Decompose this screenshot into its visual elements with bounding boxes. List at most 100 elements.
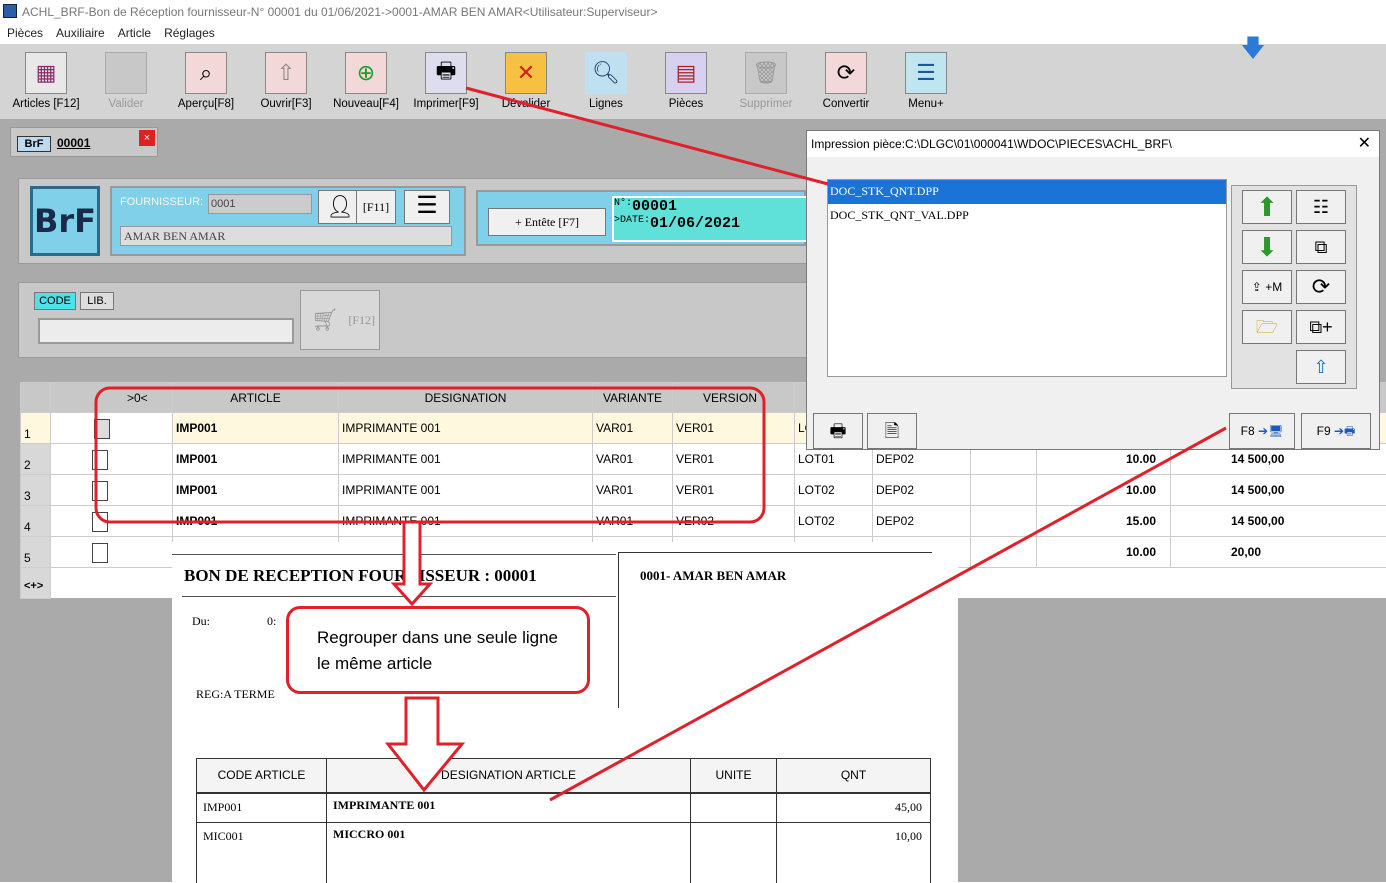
open-button[interactable]: ⇧Ouvrir[F3] bbox=[246, 50, 326, 116]
f11-button[interactable]: [F11] bbox=[356, 190, 396, 224]
new-button[interactable]: ⊕Nouveau[F4] bbox=[326, 50, 406, 116]
menu-pieces[interactable]: Pièces bbox=[0, 24, 49, 42]
row-checkbox[interactable] bbox=[94, 419, 110, 439]
convert-icon: ⟳ bbox=[825, 52, 867, 94]
dialog-close-icon[interactable]: ✕ bbox=[1358, 134, 1371, 154]
cart-icon: 🛒︎ bbox=[311, 291, 339, 349]
report-row: MIC001 MICCRO 001 10,00 bbox=[197, 823, 931, 883]
col-version[interactable]: VERSION bbox=[673, 383, 795, 413]
sliders-icon: ☷ bbox=[1313, 197, 1329, 217]
download-arrow-icon[interactable]: 🡇 bbox=[1240, 36, 1266, 62]
copy-plus-icon: ⧉+ bbox=[1309, 317, 1332, 337]
plus-icon: + bbox=[515, 215, 525, 229]
document-number[interactable]: 00001 bbox=[57, 136, 90, 150]
menu-bar: PiècesAuxiliaireArticleRéglages bbox=[0, 24, 1386, 44]
report-file-list[interactable]: DOC_STK_QNT.DPP DOC_STK_QNT_VAL.DPP bbox=[827, 179, 1227, 377]
lib-search-tab[interactable]: LIB. bbox=[80, 292, 114, 310]
doc-number: 00001 bbox=[632, 198, 677, 215]
table-row[interactable]: 3 IMP001 IMPRIMANTE 001 VAR01 VER01 LOT0… bbox=[21, 475, 1386, 506]
preview-icon: ⌕ bbox=[185, 52, 227, 94]
row-checkbox[interactable] bbox=[92, 450, 108, 470]
preview-button[interactable]: ⌕Aperçu[F8] bbox=[166, 50, 246, 116]
invalidate-icon: ✕ bbox=[505, 52, 547, 94]
search-input[interactable] bbox=[38, 318, 294, 344]
move-down-button[interactable]: ⬇ bbox=[1242, 230, 1292, 264]
add-m-button[interactable]: ⇪ +M bbox=[1242, 270, 1292, 304]
arrow-down-icon: ⬇ bbox=[1256, 232, 1278, 262]
open-folder-button[interactable]: 🗁︎ bbox=[1242, 310, 1292, 344]
hamburger-button[interactable]: ☰ bbox=[404, 190, 450, 224]
print-button[interactable]: 🖶Imprimer[F9] bbox=[406, 50, 486, 116]
supplier-label: FOURNISSEUR: bbox=[120, 196, 203, 208]
f9-print-button[interactable]: F9 ➔🖶︎ bbox=[1301, 413, 1371, 449]
col-variante[interactable]: VARIANTE bbox=[593, 383, 673, 413]
export-button[interactable]: ⇧ bbox=[1296, 350, 1346, 384]
document-tab[interactable]: BrF 00001 × bbox=[10, 127, 158, 157]
app-icon bbox=[3, 4, 17, 18]
delete-button[interactable]: 🗑︎Supprimer bbox=[726, 50, 806, 116]
supplier-code-field[interactable]: 0001 bbox=[208, 194, 312, 214]
open-icon: ⇧ bbox=[265, 52, 307, 94]
settings-button[interactable]: ☷ bbox=[1296, 190, 1346, 224]
window-title: ACHL_BRF-Bon de Réception fournisseur-N°… bbox=[22, 5, 657, 19]
folder-icon: 🗁︎ bbox=[1256, 317, 1278, 337]
title-bar: ACHL_BRF-Bon de Réception fournisseur-N°… bbox=[0, 0, 1386, 24]
toolbar: ▦Articles [F12] Valider ⌕Aperçu[F8] ⇧Ouv… bbox=[0, 44, 1386, 120]
edit-icon: ⧉ bbox=[1315, 237, 1328, 257]
report-row: IMP001 IMPRIMANTE 001 45,00 bbox=[197, 793, 931, 823]
row-checkbox[interactable] bbox=[92, 543, 108, 563]
table-row[interactable]: 4 IMP001 IMPRIMANTE 001 VAR01 VER02 LOT0… bbox=[21, 506, 1386, 537]
magnifier-icon: 🔍︎ bbox=[585, 52, 627, 94]
invalidate-button[interactable]: ✕Dévalider bbox=[486, 50, 566, 116]
lines-button[interactable]: 🔍︎Lignes bbox=[566, 50, 646, 116]
f8-preview-button[interactable]: F8 ➔🖥︎ bbox=[1229, 413, 1295, 449]
menu-auxiliaire[interactable]: Auxiliaire bbox=[49, 24, 111, 42]
menu-reglages[interactable]: Réglages bbox=[157, 24, 221, 42]
row-checkbox[interactable] bbox=[92, 512, 108, 532]
person-icon: 👤︎ bbox=[326, 194, 354, 219]
brf-logo: BrF bbox=[30, 186, 100, 256]
new-icon: ⊕ bbox=[345, 52, 387, 94]
col-article[interactable]: ARTICLE bbox=[173, 383, 339, 413]
code-search-tab[interactable]: CODE bbox=[34, 292, 76, 310]
move-up-button[interactable]: ⬆ bbox=[1242, 190, 1292, 224]
validate-button[interactable]: Valider bbox=[86, 50, 166, 116]
refresh-icon: ⟳ bbox=[1312, 274, 1330, 299]
list-item[interactable]: DOC_STK_QNT_VAL.DPP bbox=[828, 204, 1226, 228]
printer-icon: 🖶 bbox=[425, 52, 467, 94]
doc-date: 01/06/2021 bbox=[650, 215, 740, 232]
cart-button[interactable]: 🛒︎[F12] bbox=[300, 290, 380, 350]
menu-icon: ☰ bbox=[905, 52, 947, 94]
dialog-title-bar: Impression pièce:C:\DLGC\01\000041\WDOC\… bbox=[807, 131, 1379, 157]
col-zero[interactable]: >0< bbox=[51, 383, 173, 413]
pieces-button[interactable]: ▤Pièces bbox=[646, 50, 726, 116]
printer-setup-button[interactable]: 🖶︎ bbox=[813, 413, 863, 449]
menu-plus-button[interactable]: ☰Menu+ bbox=[886, 50, 966, 116]
validate-icon bbox=[105, 52, 147, 94]
supplier-name-field[interactable]: AMAR BEN AMAR bbox=[120, 226, 452, 246]
convert-button[interactable]: ⟳Convertir bbox=[806, 50, 886, 116]
refresh-button[interactable]: ⟳ bbox=[1296, 270, 1346, 304]
report-supplier: 0001- AMAR BEN AMAR bbox=[640, 568, 786, 584]
report-title: BON DE RECEPTION FOURNISSEUR : 00001 bbox=[184, 566, 537, 586]
dialog-tool-panel: ⬆ ☷ ⬇ ⧉ ⇪ +M ⟳ 🗁︎ ⧉+ ⇧ bbox=[1231, 185, 1357, 389]
upload-icon: ⇪ bbox=[1252, 280, 1265, 294]
number-date-box: N°:00001 >DATE:01/06/2021 bbox=[612, 196, 808, 242]
print-preview: BON DE RECEPTION FOURNISSEUR : 00001 000… bbox=[172, 542, 958, 882]
printer-setup-icon: 🖶︎ bbox=[830, 421, 847, 441]
add-copy-button[interactable]: ⧉+ bbox=[1296, 310, 1346, 344]
list-item[interactable]: DOC_STK_QNT.DPP bbox=[828, 180, 1226, 204]
articles-button[interactable]: ▦Articles [F12] bbox=[6, 50, 86, 116]
col-designation[interactable]: DESIGNATION bbox=[339, 383, 593, 413]
document-icon: 🗎︎ bbox=[885, 421, 899, 441]
grid-footer-toggle[interactable]: <+> bbox=[21, 568, 51, 599]
annotation-note: Regrouper dans une seule ligne le même a… bbox=[286, 606, 590, 694]
close-tab-icon[interactable]: × bbox=[139, 130, 155, 146]
trash-icon: 🗑︎ bbox=[745, 52, 787, 94]
document-button[interactable]: 🗎︎ bbox=[867, 413, 917, 449]
entete-button[interactable]: + Entête [F7] bbox=[488, 208, 606, 236]
arrow-up-icon: ⬆ bbox=[1256, 192, 1278, 222]
menu-article[interactable]: Article bbox=[111, 24, 157, 42]
row-checkbox[interactable] bbox=[92, 481, 108, 501]
edit-button[interactable]: ⧉ bbox=[1296, 230, 1346, 264]
